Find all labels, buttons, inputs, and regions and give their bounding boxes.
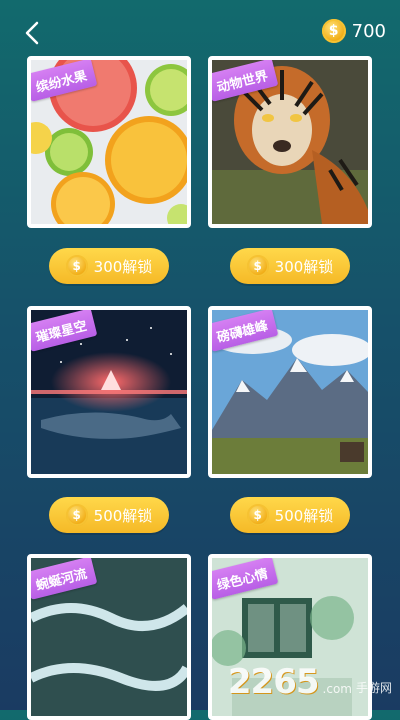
coin-count: 700 xyxy=(351,20,386,42)
watermark-main: 2265 xyxy=(227,662,320,702)
top-bar: $ 700 xyxy=(0,0,400,58)
puzzle-card-starry-sky[interactable]: 璀璨星空 xyxy=(27,306,191,478)
watermark-suffix: 手游网 xyxy=(355,681,392,695)
site-watermark: 2265 .com 手游网 xyxy=(228,662,392,702)
coin-icon: $ xyxy=(246,504,269,526)
unlock-button[interactable]: $ 500解锁 xyxy=(230,497,350,533)
watermark-domain: .com xyxy=(322,682,352,696)
puzzle-card-animals[interactable]: 动物世界 xyxy=(208,56,372,228)
unlock-price: 300解锁 xyxy=(274,257,334,276)
back-icon[interactable] xyxy=(18,18,48,48)
unlock-button[interactable]: $ 300解锁 xyxy=(49,248,169,284)
unlock-price: 500解锁 xyxy=(93,506,153,525)
unlock-price: 500解锁 xyxy=(274,506,334,525)
puzzle-card-fruits[interactable]: 缤纷水果 xyxy=(27,56,191,228)
coin-balance: $ 700 xyxy=(321,19,386,43)
coin-icon: $ xyxy=(246,255,269,277)
puzzle-card-river[interactable]: 蜿蜒河流 xyxy=(27,554,191,720)
unlock-price: 300解锁 xyxy=(93,257,153,276)
unlock-button[interactable]: $ 500解锁 xyxy=(49,497,169,533)
coin-icon: $ xyxy=(65,504,88,526)
puzzle-card-mountains[interactable]: 磅礴雄峰 xyxy=(208,306,372,478)
coin-icon: $ xyxy=(65,255,88,277)
coin-icon: $ xyxy=(321,19,346,43)
unlock-button[interactable]: $ 300解锁 xyxy=(230,248,350,284)
